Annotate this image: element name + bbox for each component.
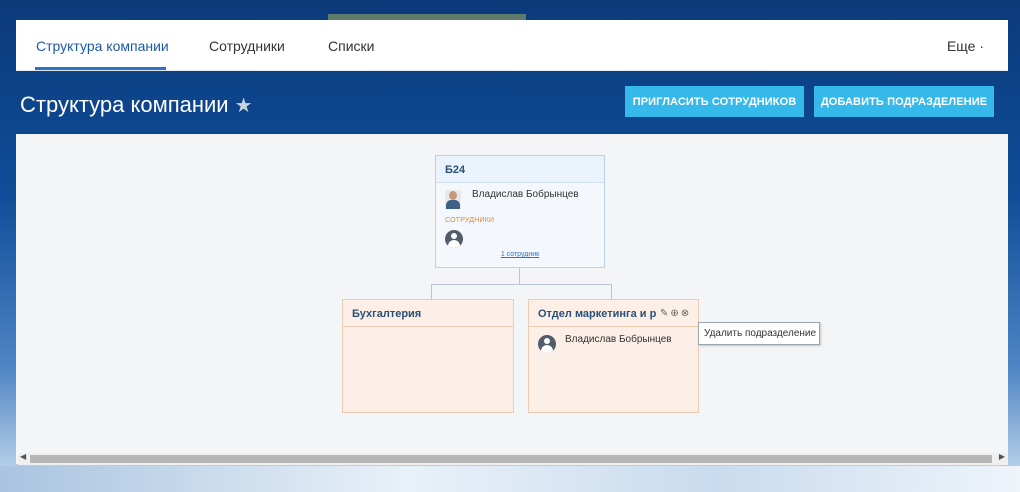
tab-company-structure[interactable]: Структура компании	[36, 38, 169, 54]
department-head-name[interactable]: Владислав Бобрынцев	[565, 334, 672, 345]
department-card-marketing[interactable]: Отдел маркетинга и реклам ✎⊕⊗ Владислав …	[528, 299, 699, 413]
top-navigation: Структура компании Сотрудники Списки Еще…	[16, 20, 1008, 71]
connector-line	[611, 284, 612, 299]
more-menu-button[interactable]: Еще ·	[947, 38, 984, 54]
scroll-right-arrow-icon[interactable]: ▶	[999, 452, 1005, 461]
connector-line	[431, 284, 432, 299]
department-name[interactable]: Бухгалтерия	[352, 308, 421, 320]
employees-count-link[interactable]: 1 сотрудник	[436, 251, 604, 258]
edit-pencil-icon[interactable]: ✎	[660, 308, 668, 319]
connector-line	[519, 266, 520, 284]
page-header: Структура компании ★ ПРИГЛАСИТЬ СОТРУДНИК…	[0, 70, 1020, 134]
background-band	[0, 466, 1020, 492]
add-circle-icon[interactable]: ⊕	[670, 308, 678, 319]
department-card-header: Бухгалтерия	[343, 300, 513, 327]
tab-lists[interactable]: Списки	[328, 38, 374, 54]
employees-label: СОТРУДНИКИ	[445, 217, 495, 224]
connector-line	[431, 284, 612, 285]
department-card-accounting[interactable]: Бухгалтерия	[342, 299, 514, 413]
head-photo[interactable]	[445, 190, 461, 209]
department-card-header: Б24	[436, 156, 604, 183]
add-department-button[interactable]: ДОБАВИТЬ ПОДРАЗДЕЛЕНИЕ	[814, 86, 994, 117]
employee-avatar-icon[interactable]	[445, 230, 463, 248]
page-title: Структура компании ★	[20, 92, 253, 118]
department-head-avatar-icon[interactable]	[538, 335, 556, 353]
department-card-root[interactable]: Б24 Владислав Бобрынцев СОТРУДНИКИ 1 сот…	[435, 155, 605, 268]
delete-circle-icon[interactable]: ⊗	[681, 308, 689, 319]
scroll-left-arrow-icon[interactable]: ◀	[20, 452, 26, 461]
delete-department-tooltip: Удалить подразделение	[698, 322, 820, 345]
department-name[interactable]: Отдел маркетинга и реклам	[538, 308, 656, 320]
department-name[interactable]: Б24	[445, 164, 465, 176]
star-icon[interactable]: ★	[235, 95, 253, 117]
invite-employees-button[interactable]: ПРИГЛАСИТЬ СОТРУДНИКОВ	[625, 86, 804, 117]
tab-employees[interactable]: Сотрудники	[209, 38, 285, 54]
horizontal-scrollbar[interactable]: ◀ ▶	[18, 452, 1008, 465]
page-title-text: Структура компании	[20, 92, 229, 117]
department-head-name[interactable]: Владислав Бобрынцев	[472, 189, 579, 200]
department-tools: ✎ ⊕ ⊗	[660, 308, 691, 319]
department-card-header: Отдел маркетинга и реклам ✎⊕⊗	[529, 300, 698, 327]
scrollbar-thumb[interactable]	[30, 455, 992, 463]
